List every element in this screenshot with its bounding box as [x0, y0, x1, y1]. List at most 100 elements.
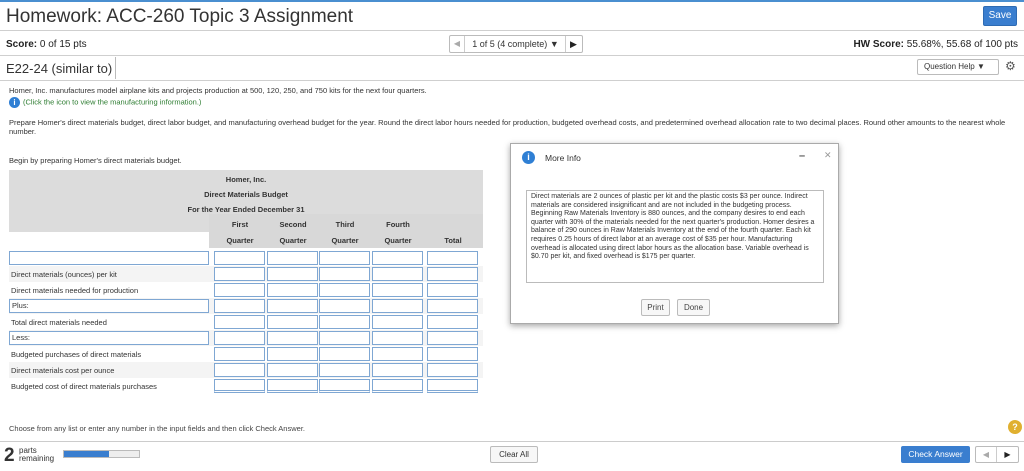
score-value: 0 of 15 pts [39, 39, 87, 50]
table-row: Budgeted cost of direct materials purcha… [9, 378, 483, 394]
progress-fill [64, 451, 109, 457]
dropdown-caret-icon: ▼ [976, 62, 985, 71]
amount-input[interactable] [214, 315, 265, 329]
top-accent-line [0, 0, 1024, 2]
amount-input[interactable] [214, 347, 265, 361]
problem-instructions: Prepare Homer's direct materials budget,… [9, 118, 1006, 136]
amount-input[interactable] [427, 379, 478, 393]
amount-input[interactable] [214, 379, 265, 393]
amount-input[interactable] [319, 363, 370, 377]
row-label: Direct materials (ounces) per kit [11, 270, 117, 279]
more-info-dialog: i More Info – ✕ Direct materials are 2 o… [510, 143, 839, 324]
amount-input[interactable] [214, 251, 265, 265]
hw-score-value: 55.68%, 55.68 of 100 pts [906, 39, 1018, 50]
row-label: Total direct materials needed [11, 318, 107, 327]
budget-period: For the Year Ended December 31 [187, 205, 305, 214]
amount-input[interactable] [319, 331, 370, 345]
amount-input[interactable] [267, 299, 318, 313]
prev-arrow-icon[interactable]: ◀ [976, 447, 997, 462]
amount-input[interactable] [319, 283, 370, 297]
amount-input[interactable] [267, 331, 318, 345]
info-icon[interactable]: i [9, 97, 20, 108]
amount-input[interactable] [267, 347, 318, 361]
amount-input[interactable] [372, 299, 423, 313]
amount-input[interactable] [372, 283, 423, 297]
help-icon[interactable]: ? [1008, 420, 1022, 434]
amount-input[interactable] [267, 363, 318, 377]
row-label-input[interactable]: Plus: [9, 299, 209, 313]
amount-input[interactable] [267, 251, 318, 265]
amount-input[interactable] [372, 251, 423, 265]
prev-question-icon[interactable]: ◀ [450, 36, 465, 52]
amount-input[interactable] [427, 363, 478, 377]
check-answer-button[interactable]: Check Answer [901, 446, 970, 463]
dialog-title: More Info [545, 153, 581, 163]
next-question-icon[interactable]: ▶ [565, 36, 582, 52]
exercise-divider-line [0, 80, 1024, 81]
print-button[interactable]: Print [641, 299, 670, 316]
begin-instruction: Begin by preparing Homer's direct materi… [9, 156, 182, 165]
parts-progress-bar [63, 450, 140, 458]
col-header-bottom: Total [444, 236, 462, 245]
amount-input[interactable] [427, 251, 478, 265]
amount-input[interactable] [214, 331, 265, 345]
col-header-bottom: Quarter [279, 236, 307, 245]
question-help-label: Question Help [924, 62, 975, 71]
amount-input[interactable] [319, 379, 370, 393]
amount-input[interactable] [319, 315, 370, 329]
amount-input[interactable] [319, 299, 370, 313]
row-label-input[interactable]: Less: [9, 331, 209, 345]
question-select[interactable]: 1 of 5 (4 complete) ▼ [466, 36, 566, 52]
question-navigator: ◀ 1 of 5 (4 complete) ▼ ▶ [449, 35, 583, 53]
exercise-id: E22-24 (similar to) [6, 61, 113, 76]
choose-hint: Choose from any list or enter any number… [9, 424, 305, 433]
parts-remaining-label: parts remaining [19, 447, 54, 463]
column-headers: First Quarter Second Quarter Third Quart… [209, 214, 483, 248]
col-header-top: Third [335, 220, 355, 229]
dialog-text: Direct materials are 2 ounces of plastic… [526, 190, 824, 283]
minimize-icon[interactable]: – [799, 150, 805, 162]
amount-input[interactable] [214, 283, 265, 297]
amount-input[interactable] [319, 251, 370, 265]
info-link[interactable]: i (Click the icon to view the manufacturi… [9, 97, 201, 108]
amount-input[interactable] [372, 379, 423, 393]
col-header-bottom: Quarter [331, 236, 359, 245]
info-link-text[interactable]: (Click the icon to view the manufacturin… [23, 97, 201, 106]
amount-input[interactable] [427, 267, 478, 281]
amount-input[interactable] [427, 299, 478, 313]
budget-name: Direct Materials Budget [204, 190, 288, 199]
question-help-button[interactable]: Question Help ▼ [917, 59, 999, 75]
table-row: Plus: [9, 298, 483, 314]
amount-input[interactable] [372, 267, 423, 281]
question-arrows: ◀ ▶ [975, 446, 1019, 463]
amount-input[interactable] [372, 347, 423, 361]
amount-input[interactable] [427, 315, 478, 329]
amount-input[interactable] [372, 363, 423, 377]
done-button[interactable]: Done [677, 299, 710, 316]
row-label: Budgeted cost of direct materials purcha… [11, 382, 157, 391]
exercise-divider [115, 57, 116, 79]
amount-input[interactable] [427, 347, 478, 361]
col-header-bottom: Quarter [384, 236, 412, 245]
next-arrow-icon[interactable]: ▶ [997, 447, 1018, 462]
amount-input[interactable] [427, 331, 478, 345]
amount-input[interactable] [372, 315, 423, 329]
clear-all-button[interactable]: Clear All [490, 446, 538, 463]
amount-input[interactable] [427, 283, 478, 297]
save-button[interactable]: Save [983, 6, 1017, 26]
company-name: Homer, Inc. [225, 175, 267, 184]
close-icon[interactable]: ✕ [824, 150, 832, 161]
amount-input[interactable] [267, 267, 318, 281]
amount-input[interactable] [319, 267, 370, 281]
amount-input[interactable] [214, 267, 265, 281]
gear-icon[interactable]: ⚙ [1005, 59, 1016, 73]
amount-input[interactable] [267, 315, 318, 329]
amount-input[interactable] [214, 299, 265, 313]
row-label-input[interactable] [9, 251, 209, 265]
col-header-bottom: Quarter [226, 236, 254, 245]
amount-input[interactable] [214, 363, 265, 377]
amount-input[interactable] [319, 347, 370, 361]
amount-input[interactable] [372, 331, 423, 345]
amount-input[interactable] [267, 283, 318, 297]
amount-input[interactable] [267, 379, 318, 393]
